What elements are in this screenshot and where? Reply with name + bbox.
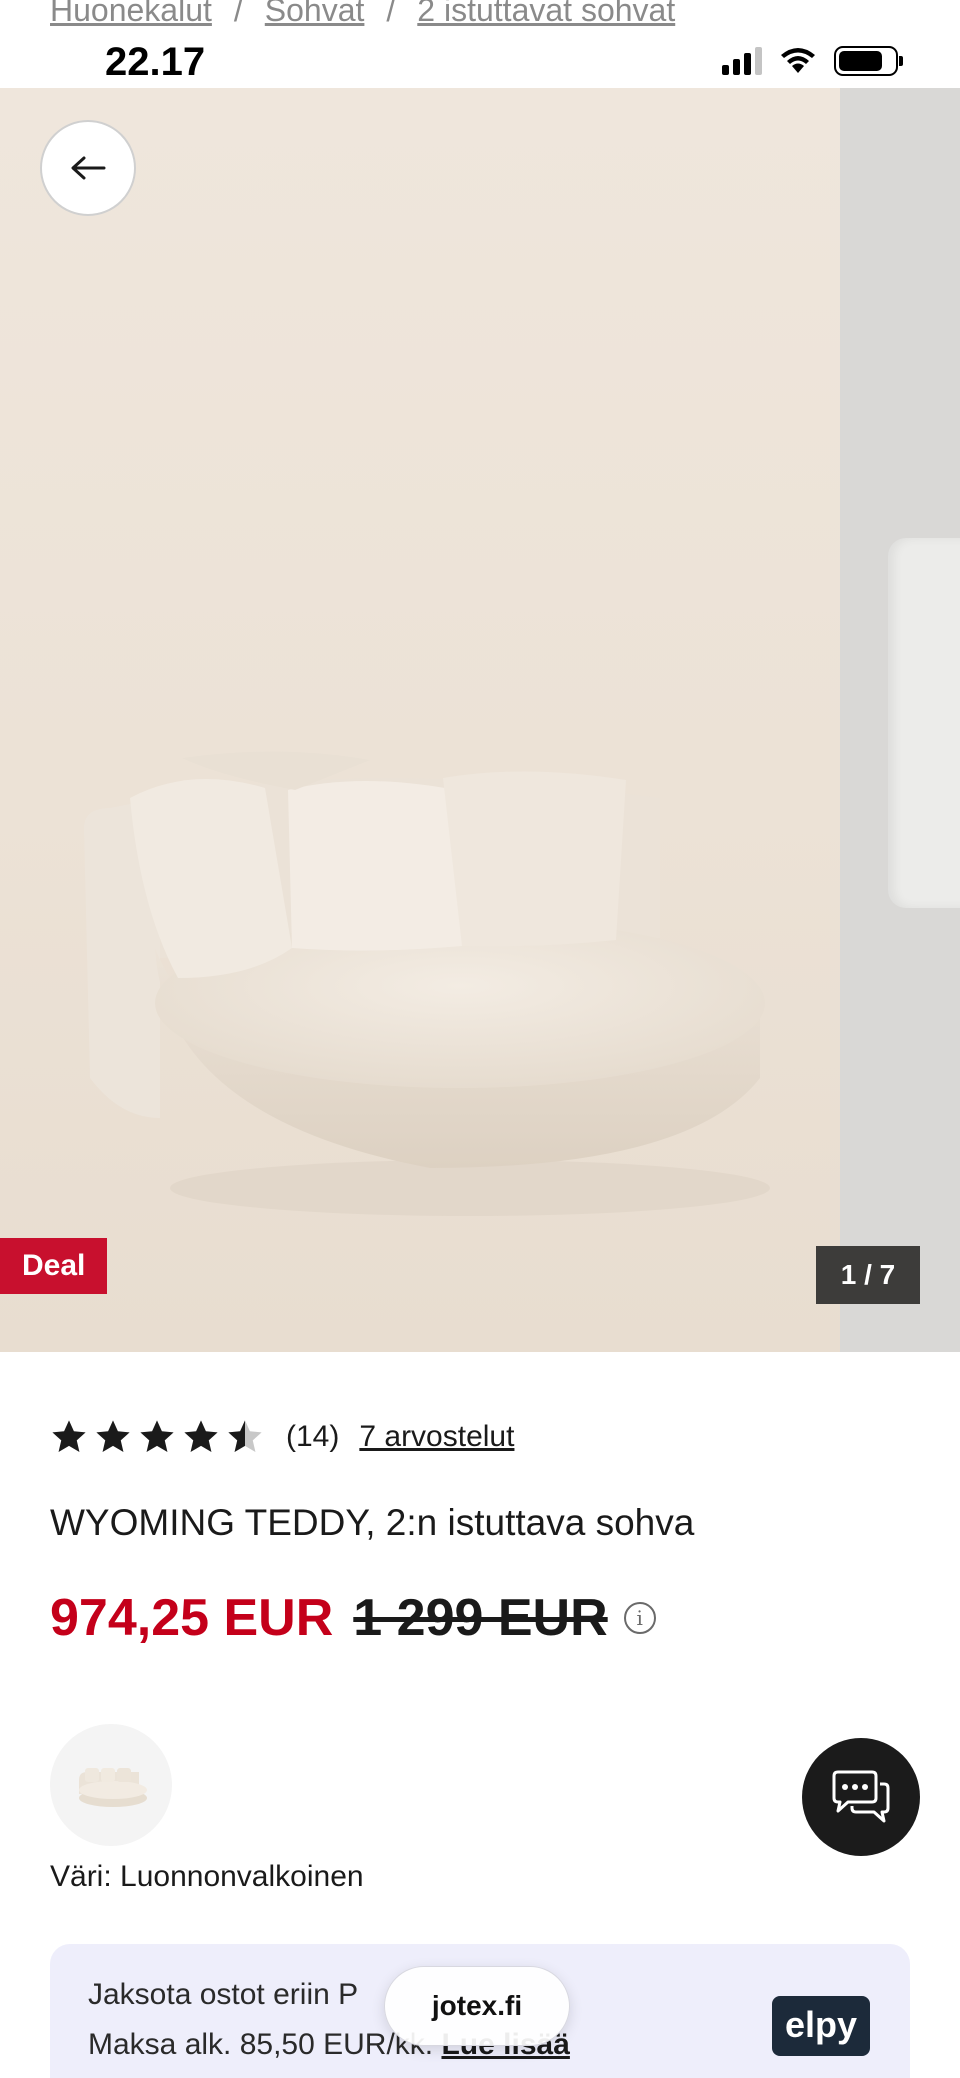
price-row: 974,25 EUR 1 299 EUR i [50,1588,656,1648]
current-price: 974,25 EUR [50,1589,334,1647]
star-full-icon [184,1420,218,1453]
arrow-left-icon [71,156,106,180]
rating-stars [50,1418,264,1456]
star-half-icon [228,1420,262,1453]
browser-url-bar[interactable]: jotex.fi [384,1966,570,2046]
system-icons [722,46,903,76]
original-price: 1 299 EUR [353,1589,608,1647]
status-time: 22.17 [105,40,206,84]
installment-price: Maksa alk. 85,50 EUR/kk. [88,2028,434,2061]
status-bar: Huonekalut / Sohvat / 2 istuttavat sohvat 22… [0,0,960,88]
star-full-icon [140,1420,174,1453]
chat-bubbles-icon [832,1770,890,1823]
sofa-illustration [84,751,770,1216]
star-full-icon [96,1420,130,1453]
elpy-logo: elpy [772,1996,870,2056]
breadcrumb-item-furniture[interactable]: Huonekalut [50,0,212,28]
rating-count: (14) [286,1420,340,1453]
reviews-link[interactable]: 7 arvostelut [359,1420,514,1454]
product-rating[interactable]: (14) 7 arvostelut [50,1412,514,1462]
product-image-gallery[interactable]: Deal 1 / 7 [0,88,960,1352]
breadcrumb-separator: / [233,0,243,28]
breadcrumb-item-sofas[interactable]: Sohvat [265,0,365,28]
color-label: Väri: Luonnonvalkoinen [50,1860,364,1893]
star-full-icon [52,1420,86,1453]
sofa-thumbnail-icon [79,1768,147,1807]
wifi-icon [781,48,815,73]
breadcrumb: Huonekalut / Sohvat / 2 istuttavat sohvat [50,0,675,29]
product-image[interactable] [0,88,840,1352]
next-product-image[interactable] [840,88,960,1352]
info-icon[interactable]: i [623,1602,656,1634]
battery-icon [834,46,903,76]
image-counter: 1 / 7 [816,1246,920,1304]
cellular-signal-icon [722,47,762,75]
back-button[interactable] [40,120,136,216]
chat-button[interactable] [802,1738,920,1856]
deal-badge: Deal [0,1238,108,1294]
installment-text: Jaksota ostot eriin P [88,1978,359,2011]
product-title: WYOMING TEDDY, 2:n istuttava sohva [50,1502,695,1543]
breadcrumb-separator: / [386,0,396,28]
color-swatch[interactable] [50,1724,172,1846]
breadcrumb-item-2-seat-sofas[interactable]: 2 istuttavat sohvat [417,0,675,28]
